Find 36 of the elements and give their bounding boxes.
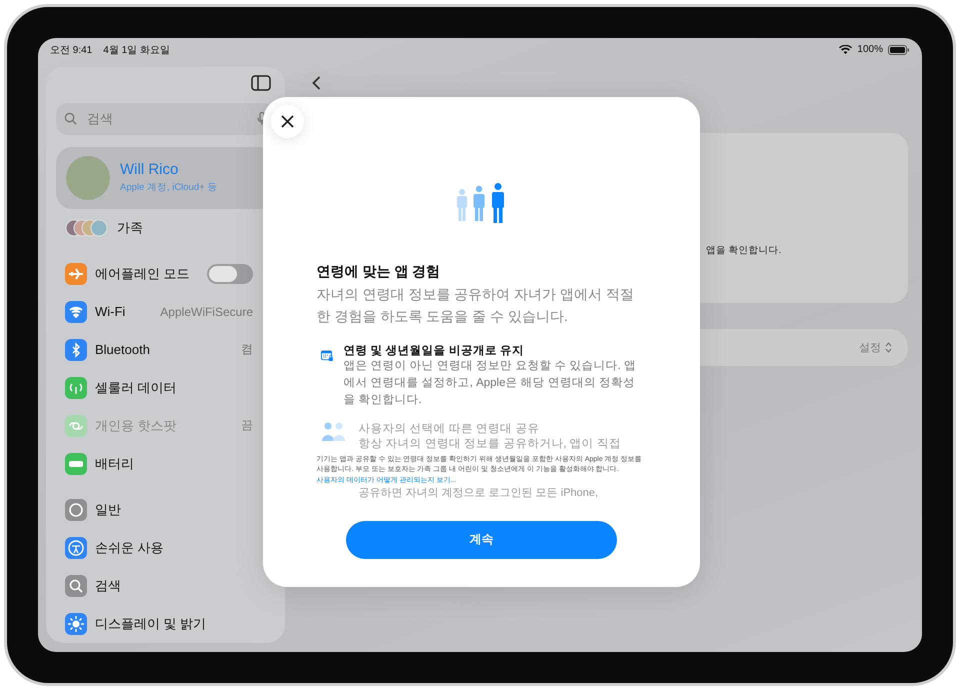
family-avatars-icon — [65, 218, 109, 236]
settings-item[interactable]: 에어플레인 모드 — [56, 254, 275, 292]
settings-item[interactable]: 디스플레이 및 밝기 — [56, 604, 275, 642]
close-button[interactable] — [271, 104, 304, 138]
continue-button[interactable]: 계속 — [346, 520, 617, 558]
faded-description: 공유하면 자녀의 계정으로 로그인된 모든 iPhone, — [358, 486, 600, 500]
chevron-left-icon — [312, 76, 321, 90]
airplane-mode-switch[interactable] — [207, 264, 253, 284]
row-value: 설정 — [859, 340, 881, 354]
wifi-icon — [839, 44, 852, 54]
family-row[interactable]: 가족 — [56, 208, 275, 246]
feature-title: 연령 및 생년월일을 비공개로 유지 — [343, 344, 526, 358]
search-field[interactable]: 검색 — [85, 110, 249, 127]
feature-title: 사용자의 선택에 따른 연령대 공유 — [358, 422, 540, 436]
search-icon — [64, 112, 77, 125]
feature-description: 항상 자녀의 연령대 정보를 공유하거나, 앱이 직접 — [358, 436, 621, 452]
settings-item[interactable]: Bluetooth 켬 — [56, 330, 275, 368]
modal-title: 연령에 맞는 앱 경험 — [316, 262, 442, 280]
battery-icon — [888, 44, 910, 54]
settings-item[interactable]: 일반 — [56, 490, 275, 528]
close-icon — [281, 114, 294, 128]
chevron-up-down-icon — [885, 342, 892, 352]
account-name: Will Rico — [120, 161, 180, 178]
settings-item[interactable]: 검색 — [56, 566, 275, 604]
settings-item[interactable]: 배터리 — [56, 444, 275, 482]
status-date: 4월 1일 화요일 — [103, 44, 170, 56]
settings-item[interactable]: 손쉬운 사용 — [56, 528, 275, 566]
sidebar-toggle-icon[interactable] — [251, 74, 271, 90]
battery-percent: 100% — [857, 44, 883, 55]
settings-item[interactable]: Wi-Fi AppleWiFiSecure — [56, 292, 275, 330]
settings-item[interactable]: 셀룰러 데이터 — [56, 368, 275, 406]
card-text: 앱을 확인합니다. — [706, 244, 782, 256]
account-subtitle: Apple 계정, iCloud+ 등 — [120, 181, 218, 194]
status-time: 오전 9:41 — [50, 44, 92, 56]
avatar-circle — [66, 156, 110, 200]
modal-subtitle: 자녀의 연령대 정보를 공유하여 자녀가 앱에서 적절한 경험을 하도록 도움을 줄 수 있습니다. — [316, 284, 635, 326]
